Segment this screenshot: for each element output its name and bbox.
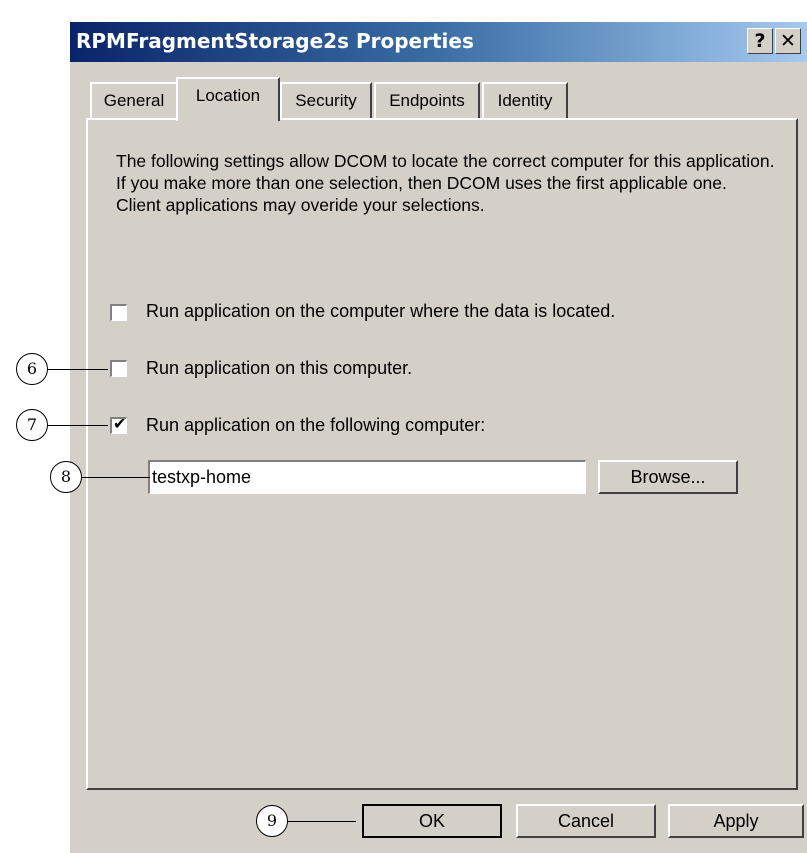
checkbox-this-computer[interactable] xyxy=(110,360,127,377)
tab-general[interactable]: General xyxy=(90,82,178,118)
callout-8: 8 xyxy=(50,461,82,493)
callout-9: 9 xyxy=(256,805,288,837)
callout-6-leader xyxy=(48,369,108,370)
checkmark-icon: ✔ xyxy=(113,414,127,433)
callout-7-leader xyxy=(48,425,108,426)
help-button[interactable]: ? xyxy=(747,28,773,54)
option-following-computer-label[interactable]: Run application on the following compute… xyxy=(146,415,485,436)
callout-7: 7 xyxy=(16,409,48,441)
properties-dialog: RPMFragmentStorage2s Properties ? ✕ Gene… xyxy=(70,22,807,853)
tab-identity[interactable]: Identity xyxy=(482,82,568,118)
computer-name-input[interactable]: testxp-home xyxy=(148,460,586,494)
callout-9-leader xyxy=(288,821,356,822)
callout-6: 6 xyxy=(16,353,48,385)
tab-panel-location xyxy=(86,118,798,790)
close-icon: ✕ xyxy=(780,30,796,52)
close-button[interactable]: ✕ xyxy=(775,28,801,54)
callout-8-leader xyxy=(82,477,150,478)
location-description: The following settings allow DCOM to loc… xyxy=(116,151,775,215)
ok-button[interactable]: OK xyxy=(362,804,502,838)
tab-security[interactable]: Security xyxy=(280,82,372,118)
tab-location[interactable]: Location xyxy=(176,77,280,121)
title-bar[interactable]: RPMFragmentStorage2s Properties ? ✕ xyxy=(70,22,807,62)
browse-button[interactable]: Browse... xyxy=(598,460,738,494)
apply-button[interactable]: Apply xyxy=(668,804,804,838)
checkbox-data-location[interactable] xyxy=(110,304,127,321)
option-data-location-label[interactable]: Run application on the computer where th… xyxy=(146,301,615,322)
option-this-computer-label[interactable]: Run application on this computer. xyxy=(146,358,412,379)
help-icon: ? xyxy=(754,30,766,52)
cancel-button[interactable]: Cancel xyxy=(516,804,656,838)
checkbox-following-computer[interactable]: ✔ xyxy=(110,414,127,434)
tab-endpoints[interactable]: Endpoints xyxy=(374,82,480,118)
dialog-title: RPMFragmentStorage2s Properties xyxy=(76,29,474,53)
